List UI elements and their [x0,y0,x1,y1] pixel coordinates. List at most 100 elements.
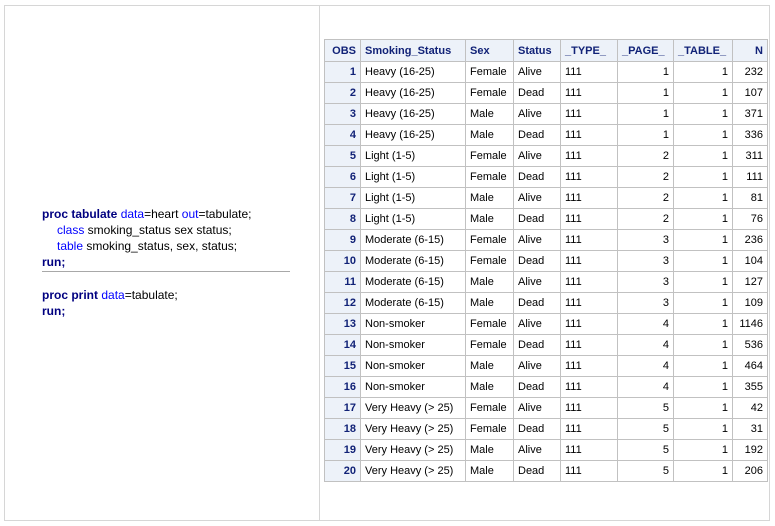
cell-smoking-status: Moderate (6-15) [360,250,466,272]
cell-obs: 15 [324,355,361,377]
cell-obs: 10 [324,250,361,272]
cell-page: 3 [617,292,674,314]
cell-page: 5 [617,439,674,461]
cell-sex: Male [465,376,514,398]
cell-obs: 8 [324,208,361,230]
cell-page: 4 [617,355,674,377]
code-line-table: table smoking_status, sex, status; [42,238,292,254]
cell-obs: 14 [324,334,361,356]
cell-smoking-status: Very Heavy (> 25) [360,397,466,419]
cell-smoking-status: Heavy (16-25) [360,82,466,104]
cell-obs: 4 [324,124,361,146]
cell-smoking-status: Moderate (6-15) [360,271,466,293]
header-page: _PAGE_ [617,39,674,62]
cell-type: 111 [560,271,618,293]
sas-code-panel: proc tabulate data=heart out=tabulate; c… [42,206,292,319]
value-tabulate: =tabulate; [124,288,178,302]
cell-sex: Female [465,397,514,419]
cell-smoking-status: Non-smoker [360,334,466,356]
cell-obs: 17 [324,397,361,419]
cell-type: 111 [560,145,618,167]
cell-smoking-status: Light (1-5) [360,187,466,209]
cell-smoking-status: Non-smoker [360,313,466,335]
cell-page: 1 [617,61,674,83]
cell-status: Dead [513,460,561,482]
table-row: 20 Very Heavy (> 25) Male Dead 111 5 1 206 [324,460,768,482]
cell-sex: Female [465,166,514,188]
cell-smoking-status: Very Heavy (> 25) [360,418,466,440]
cell-page: 3 [617,271,674,293]
table-row: 8 Light (1-5) Male Dead 111 2 1 76 [324,208,768,230]
cell-type: 111 [560,124,618,146]
cell-page: 3 [617,229,674,251]
cell-type: 111 [560,460,618,482]
header-sex: Sex [465,39,514,62]
cell-obs: 5 [324,145,361,167]
cell-table: 1 [673,82,733,104]
cell-sex: Male [465,187,514,209]
cell-status: Alive [513,313,561,335]
cell-type: 111 [560,376,618,398]
code-separator [42,271,290,272]
cell-sex: Male [465,460,514,482]
keyword-table: table [57,239,84,253]
cell-status: Alive [513,271,561,293]
keyword-proc-print: proc print [42,288,98,302]
cell-smoking-status: Moderate (6-15) [360,229,466,251]
cell-obs: 20 [324,460,361,482]
cell-page: 1 [617,82,674,104]
cell-table: 1 [673,355,733,377]
cell-status: Dead [513,292,561,314]
table-row: 18 Very Heavy (> 25) Female Dead 111 5 1 31 [324,418,768,440]
cell-type: 111 [560,61,618,83]
cell-smoking-status: Heavy (16-25) [360,124,466,146]
cell-page: 5 [617,397,674,419]
cell-table: 1 [673,61,733,83]
cell-status: Alive [513,61,561,83]
cell-obs: 6 [324,166,361,188]
cell-sex: Female [465,82,514,104]
code-line-class: class smoking_status sex status; [42,222,292,238]
option-data: data [120,207,145,221]
cell-page: 4 [617,313,674,335]
cell-table: 1 [673,229,733,251]
cell-table: 1 [673,250,733,272]
cell-table: 1 [673,208,733,230]
table-row: 12 Moderate (6-15) Male Dead 111 3 1 109 [324,292,768,314]
cell-sex: Male [465,355,514,377]
cell-smoking-status: Non-smoker [360,355,466,377]
code-line-run-1: run; [42,254,292,270]
table-row: 15 Non-smoker Male Alive 111 4 1 464 [324,355,768,377]
header-table: _TABLE_ [673,39,733,62]
table-body: 1 Heavy (16-25) Female Alive 111 1 1 232 2 Heavy … [324,61,768,482]
cell-status: Dead [513,376,561,398]
cell-type: 111 [560,250,618,272]
cell-sex: Female [465,61,514,83]
cell-n: 371 [732,103,768,125]
cell-status: Alive [513,397,561,419]
cell-table: 1 [673,166,733,188]
table-row: 19 Very Heavy (> 25) Male Alive 111 5 1 192 [324,439,768,461]
cell-status: Alive [513,355,561,377]
cell-n: 109 [732,292,768,314]
cell-n: 42 [732,397,768,419]
option-out: out [181,207,199,221]
cell-table: 1 [673,439,733,461]
cell-type: 111 [560,418,618,440]
panel-divider [319,5,320,521]
table-row: 13 Non-smoker Female Alive 111 4 1 1146 [324,313,768,335]
cell-n: 336 [732,124,768,146]
cell-table: 1 [673,460,733,482]
cell-n: 111 [732,166,768,188]
table-row: 7 Light (1-5) Male Alive 111 2 1 81 [324,187,768,209]
cell-status: Alive [513,439,561,461]
cell-n: 127 [732,271,768,293]
cell-type: 111 [560,313,618,335]
cell-n: 192 [732,439,768,461]
cell-status: Dead [513,418,561,440]
cell-table: 1 [673,292,733,314]
output-table-wrapper: OBS Smoking_Status Sex Status _TYPE_ _PA… [324,39,768,482]
cell-n: 236 [732,229,768,251]
cell-table: 1 [673,103,733,125]
cell-smoking-status: Moderate (6-15) [360,292,466,314]
